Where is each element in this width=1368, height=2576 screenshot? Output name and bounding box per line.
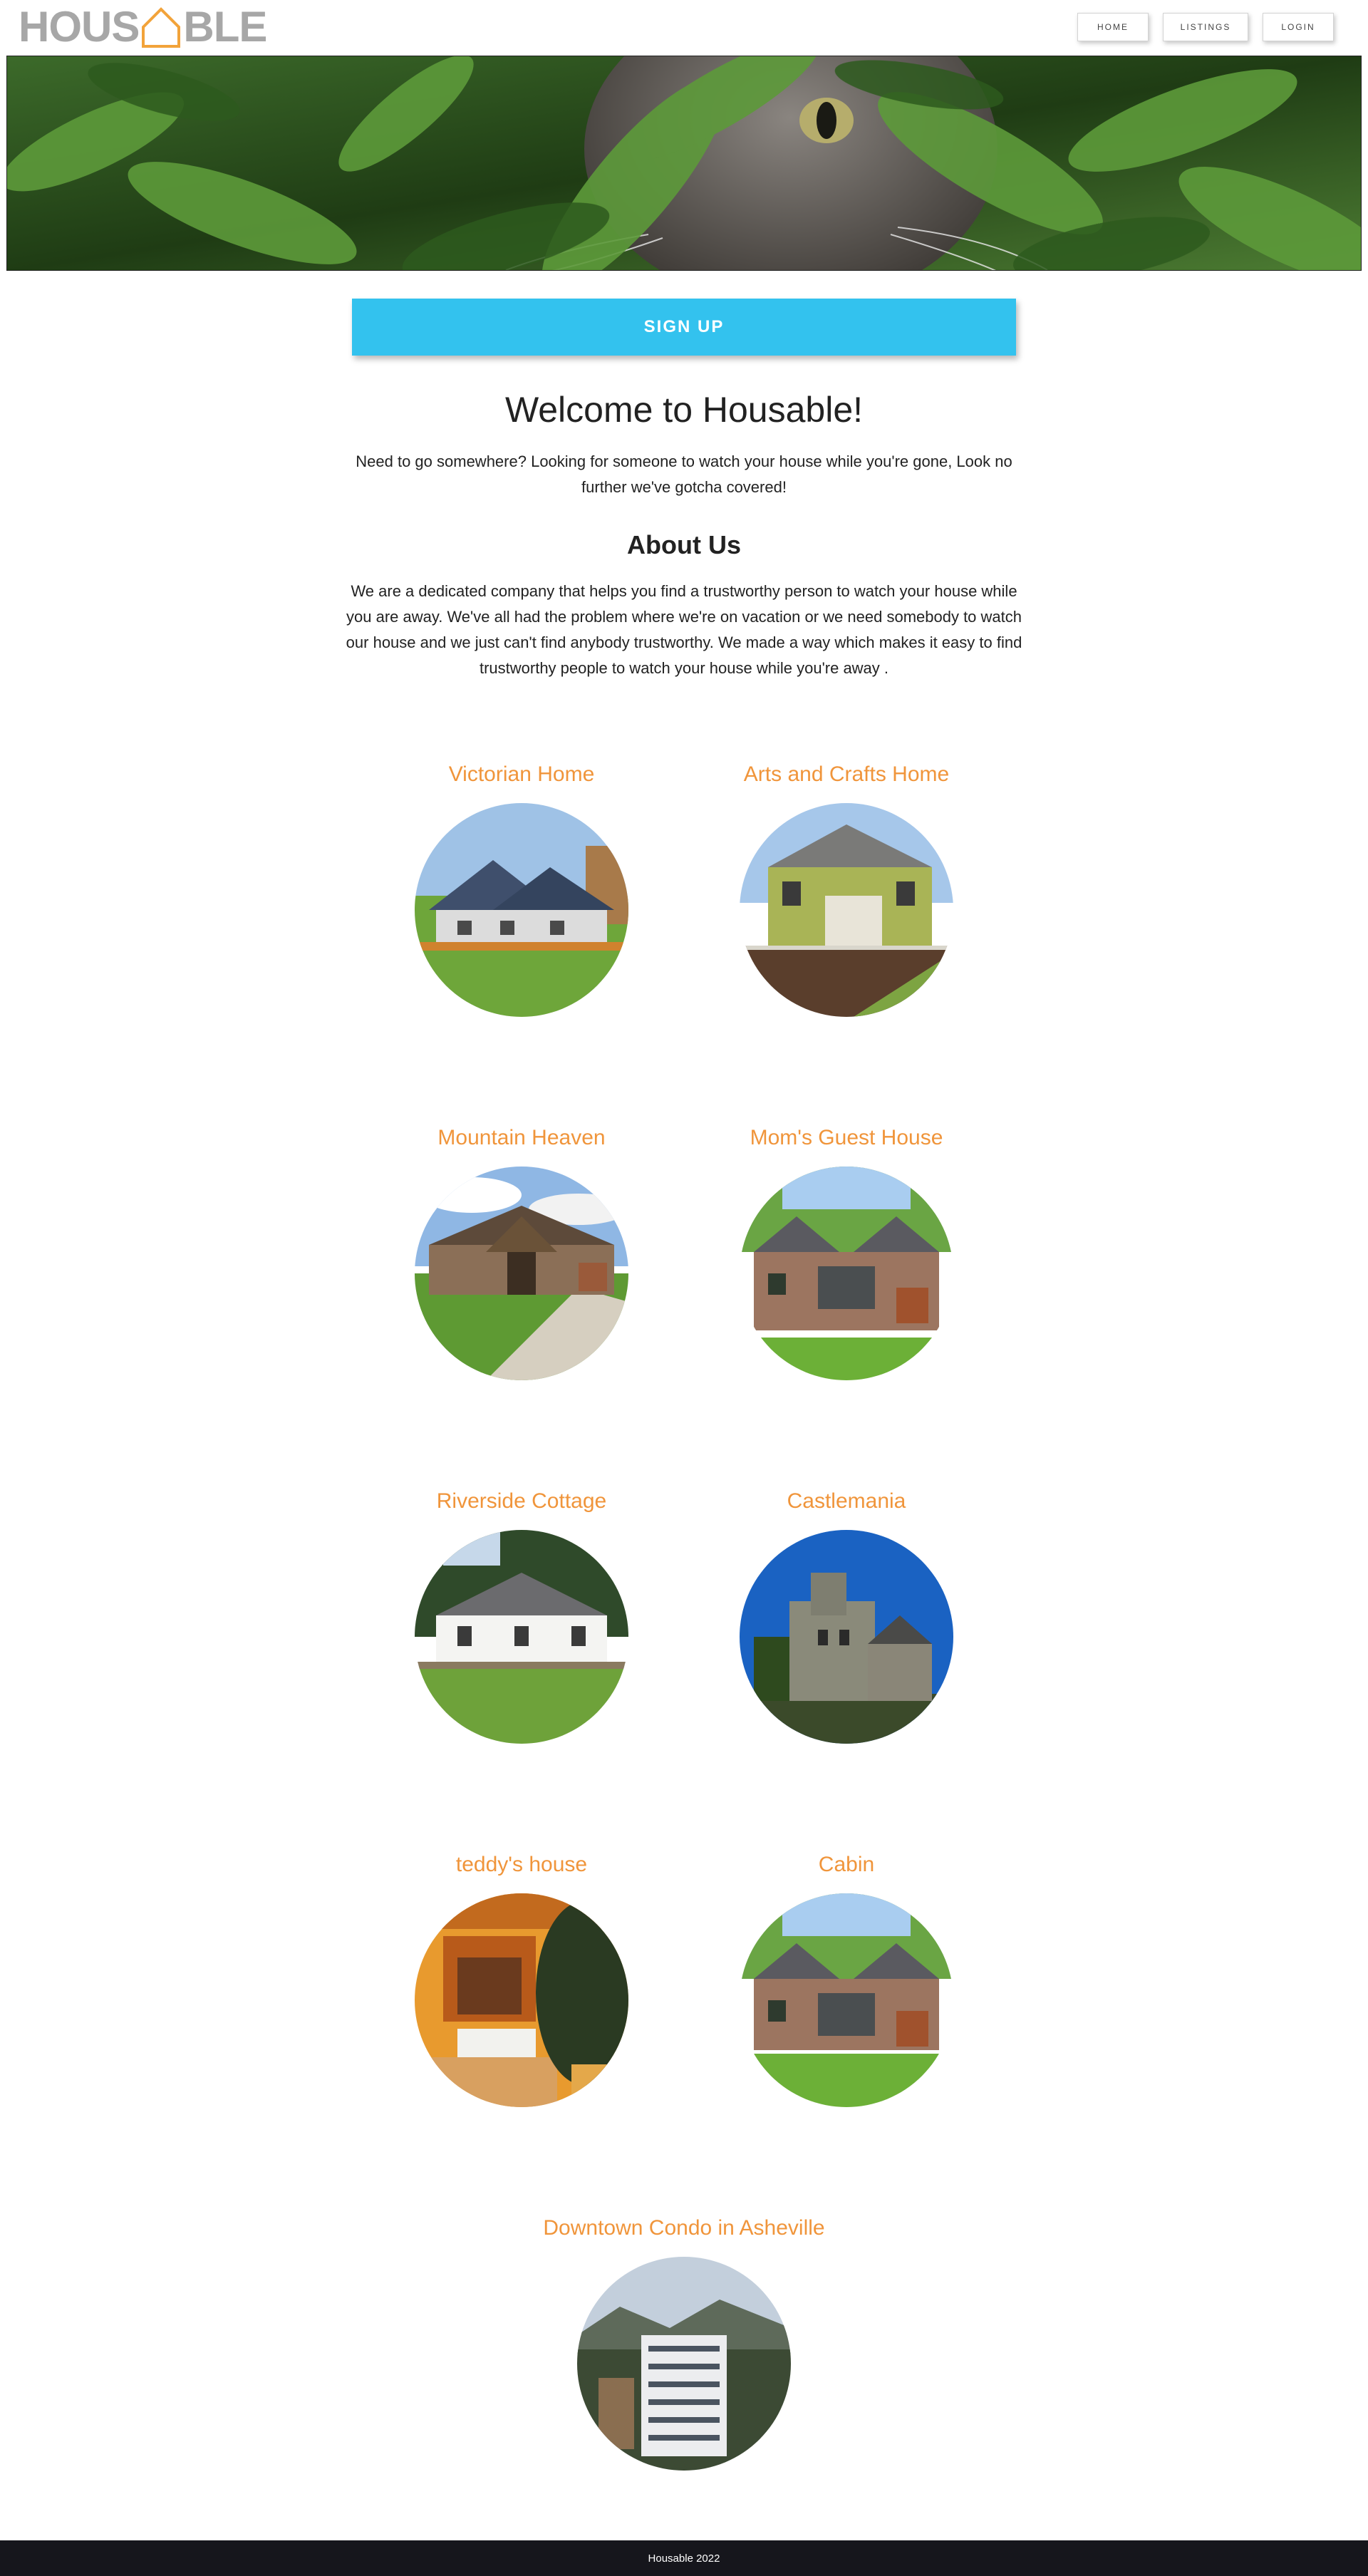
listing-title[interactable]: Riverside Cottage bbox=[358, 1487, 685, 1516]
sign-up-button[interactable]: SIGN UP bbox=[352, 299, 1016, 356]
listing-title[interactable]: Arts and Crafts Home bbox=[683, 760, 1010, 789]
house-photo[interactable] bbox=[740, 1167, 953, 1380]
house-photo[interactable] bbox=[740, 1893, 953, 2107]
about-text: We are a dedicated company that helps yo… bbox=[346, 582, 1022, 677]
listing-title[interactable]: Mom's Guest House bbox=[683, 1124, 1010, 1152]
main-nav: HOME LISTINGS LOGIN bbox=[1077, 13, 1334, 41]
house-icon bbox=[142, 7, 181, 48]
logo-text-left: HOUS bbox=[19, 3, 140, 51]
listing-card[interactable]: Castlemania bbox=[683, 1487, 1010, 1744]
listing-card[interactable]: Riverside Cottage bbox=[358, 1487, 685, 1744]
welcome-title: Welcome to Housable! bbox=[504, 390, 864, 430]
about-title: About Us bbox=[627, 530, 741, 559]
house-photo[interactable] bbox=[740, 1530, 953, 1744]
listing-title[interactable]: Cabin bbox=[683, 1851, 1010, 1879]
listing-title[interactable]: teddy's house bbox=[358, 1851, 685, 1879]
nav-listings-button[interactable]: LISTINGS bbox=[1163, 13, 1248, 41]
listing-card[interactable]: teddy's house bbox=[358, 1851, 685, 2107]
hero-banner bbox=[6, 56, 1362, 271]
nav-login-button[interactable]: LOGIN bbox=[1263, 13, 1334, 41]
listing-card[interactable]: Arts and Crafts Home bbox=[683, 760, 1010, 1017]
nav-home-button[interactable]: HOME bbox=[1077, 13, 1149, 41]
housable-logo[interactable]: HOUS BLE bbox=[19, 3, 267, 51]
footer-text: Housable 2022 bbox=[648, 2552, 720, 2565]
house-photo[interactable] bbox=[415, 803, 628, 1017]
site-header: HOUS BLE HOME LISTINGS LOGIN bbox=[0, 0, 1368, 56]
listing-card[interactable]: Downtown Condo in Asheville bbox=[520, 2214, 848, 2471]
house-photo[interactable] bbox=[740, 803, 953, 1017]
logo-text-right: BLE bbox=[183, 3, 267, 51]
listing-title[interactable]: Victorian Home bbox=[358, 760, 685, 789]
listing-title[interactable]: Mountain Heaven bbox=[358, 1124, 685, 1152]
welcome-text: Need to go somewhere? Looking for someon… bbox=[356, 452, 1012, 496]
listing-card[interactable]: Mountain Heaven bbox=[358, 1124, 685, 1380]
condo-photo[interactable] bbox=[577, 2257, 791, 2471]
cat-in-foliage-photo bbox=[7, 56, 1361, 270]
house-photo[interactable] bbox=[415, 1167, 628, 1380]
listing-card[interactable]: Victorian Home bbox=[358, 760, 685, 1017]
listing-title[interactable]: Castlemania bbox=[683, 1487, 1010, 1516]
house-photo[interactable] bbox=[415, 1893, 628, 2107]
house-photo[interactable] bbox=[415, 1530, 628, 1744]
listing-title[interactable]: Downtown Condo in Asheville bbox=[520, 2214, 848, 2243]
site-footer: Housable 2022 bbox=[0, 2540, 1368, 2576]
listing-card[interactable]: Cabin bbox=[683, 1851, 1010, 2107]
listing-card[interactable]: Mom's Guest House bbox=[683, 1124, 1010, 1380]
